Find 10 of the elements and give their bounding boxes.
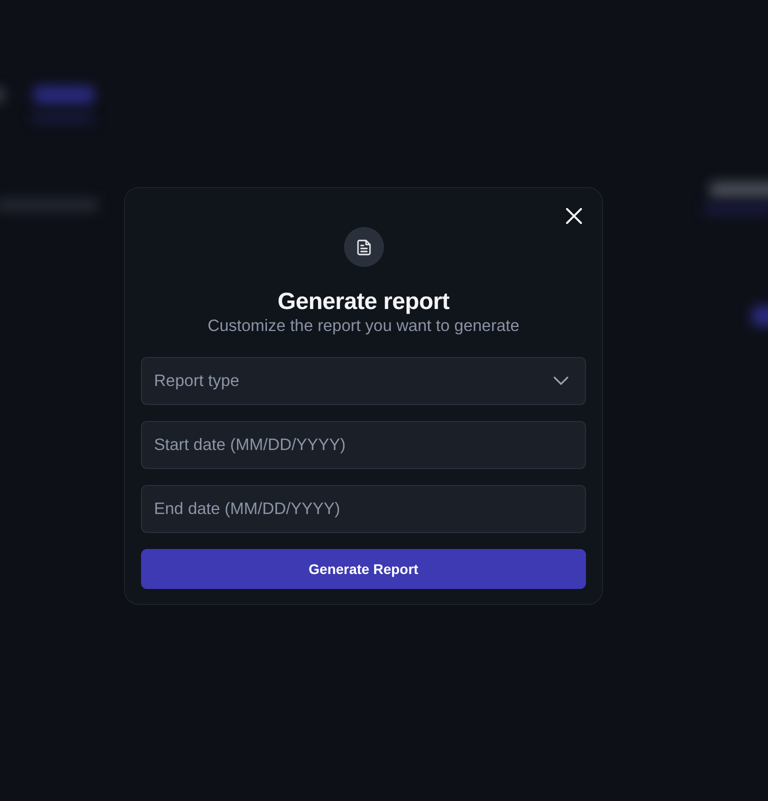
- dialog-title: Generate report: [276, 287, 450, 315]
- generate-report-button[interactable]: Generate Report: [141, 549, 586, 589]
- close-icon: [566, 208, 582, 224]
- report-type-dropdown[interactable]: Report type: [141, 357, 586, 405]
- close-button[interactable]: [565, 207, 583, 225]
- chevron-down-icon: [553, 376, 569, 386]
- date-input-field[interactable]: Start date (MM/DD/YYYY): [141, 421, 586, 469]
- document-icon: [344, 227, 384, 267]
- date-input-field[interactable]: End date (MM/DD/YYYY): [141, 485, 586, 533]
- dialog-subtitle: Customize the report you want to generate: [206, 316, 520, 336]
